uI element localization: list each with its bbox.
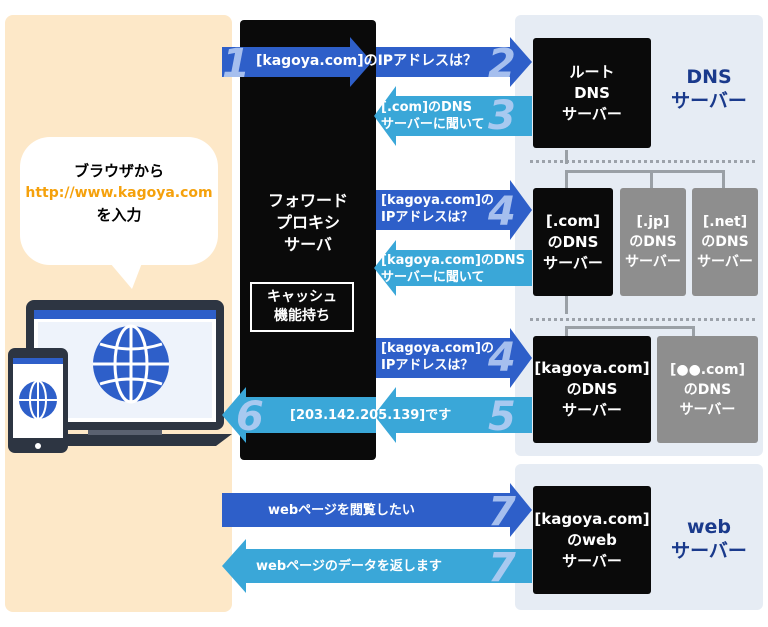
step-number-6: 6 bbox=[236, 394, 264, 440]
step4c-label: [kagoya.com]の IPアドレスは？ bbox=[381, 341, 494, 373]
step-number-7b: 7 bbox=[488, 545, 516, 591]
step-number-7a: 7 bbox=[488, 489, 516, 535]
step-number-1: 1 bbox=[222, 41, 250, 87]
step-number-2: 2 bbox=[488, 41, 516, 87]
step-number-3: 3 bbox=[488, 93, 516, 139]
step5-label: [203.142.205.139]です bbox=[290, 408, 452, 423]
step7a-label: webページを閲覧したい bbox=[268, 503, 415, 518]
step7b-label: webページのデータを返します bbox=[256, 559, 442, 574]
step1-label: [kagoya.com]のIPアドレスは？ bbox=[256, 53, 478, 69]
step3-label: [.com]のDNS サーバーに聞いて bbox=[381, 100, 485, 132]
step-number-5: 5 bbox=[488, 394, 516, 440]
step4a-label: [kagoya.com]の IPアドレスは？ bbox=[381, 193, 494, 225]
flow-arrows bbox=[222, 37, 532, 593]
step4b-label: [kagoya.com]のDNS サーバーに聞いて bbox=[381, 253, 525, 285]
